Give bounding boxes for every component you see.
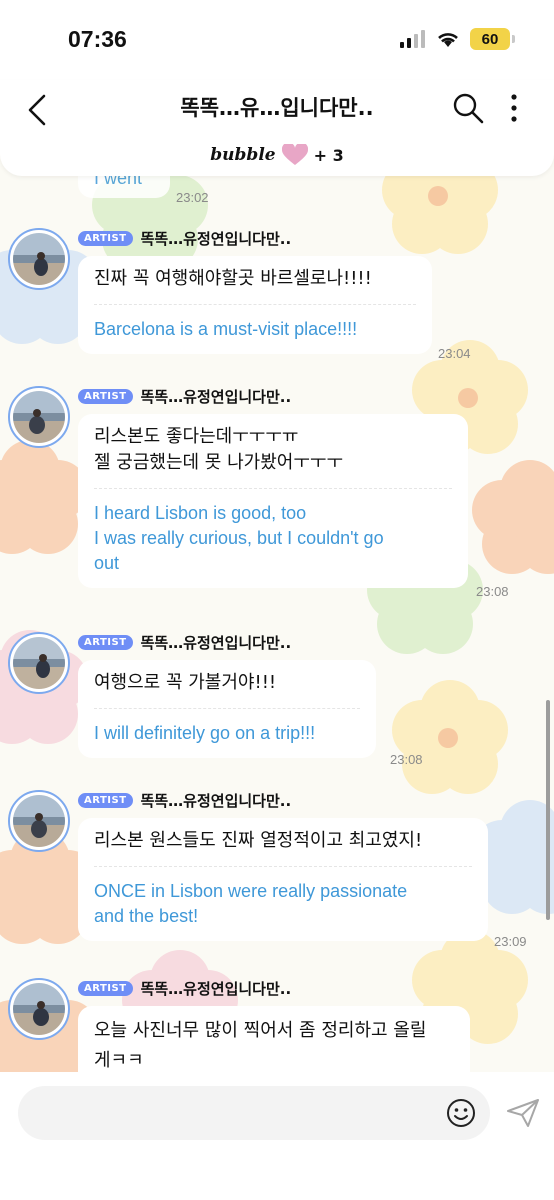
avatar-photo <box>13 637 65 689</box>
chat-header: 똑똑…유…입니다만.. bubble + 3 <box>0 80 554 176</box>
avatar-photo <box>13 233 65 285</box>
room-title: 똑똑…유…입니다만.. <box>180 96 374 120</box>
avatar[interactable] <box>8 228 70 290</box>
artist-badge: ARTIST <box>78 389 133 404</box>
bubble-subscription[interactable]: bubble + 3 <box>0 144 554 166</box>
artist-badge: ARTIST <box>78 635 133 650</box>
message-time: 23:04 <box>438 346 471 361</box>
sender-row: ARTIST 똑똑…유정연입니다만.. <box>78 790 291 811</box>
sender-name: 똑똑…유정연입니다만.. <box>140 980 292 998</box>
message-bubble[interactable]: 리스본 원스들도 진짜 열정적이고 최고였지! ONCE in Lisbon w… <box>78 818 488 941</box>
send-icon[interactable] <box>506 1098 540 1128</box>
chevron-left-icon[interactable] <box>24 92 54 128</box>
avatar-photo <box>13 795 65 847</box>
more-vertical-icon[interactable] <box>500 92 528 124</box>
avatar[interactable] <box>8 790 70 852</box>
wifi-icon <box>438 33 458 47</box>
sender-row: ARTIST 똑똑…유정연입니다만.. <box>78 386 291 407</box>
scrollbar-thumb[interactable] <box>546 700 550 920</box>
sender-name: 똑똑…유정연입니다만.. <box>140 792 292 810</box>
artist-badge: ARTIST <box>78 981 133 996</box>
status-time: 07:36 <box>68 26 127 52</box>
message-text: 리스본 원스들도 진짜 열정적이고 최고였지! <box>94 830 423 851</box>
sender-name: 똑똑…유정연입니다만.. <box>140 388 292 406</box>
sender-row: ARTIST 똑똑…유정연입니다만.. <box>78 228 291 249</box>
message-text: 여행으로 꼭 가볼거야!!! <box>94 672 277 693</box>
status-icons: 60 <box>400 28 515 50</box>
bubble-count: + 3 <box>313 145 344 165</box>
message-translation: ONCE in Lisbon were really passionate an… <box>94 881 408 926</box>
sender-row: ARTIST 똑똑…유정연입니다만.. <box>78 632 291 653</box>
message-time: 23:08 <box>476 584 509 599</box>
avatar-photo <box>13 391 65 443</box>
search-icon[interactable] <box>452 92 484 124</box>
heart-icon <box>281 144 308 165</box>
message-input[interactable] <box>18 1086 490 1140</box>
avatar[interactable] <box>8 386 70 448</box>
sender-row: ARTIST 똑똑…유정연입니다만.. <box>78 978 291 999</box>
bubble-logo: bubble <box>210 145 276 165</box>
avatar-photo <box>13 983 65 1035</box>
sender-name: 똑똑…유정연입니다만.. <box>140 634 292 652</box>
message-translation: Barcelona is a must-visit place!!!! <box>94 319 358 339</box>
sender-name: 똑똑…유정연입니다만.. <box>140 230 292 248</box>
artist-badge: ARTIST <box>78 793 133 808</box>
message-bubble[interactable]: 여행으로 꼭 가볼거야!!! I will definitely go on a… <box>78 660 376 758</box>
message-time: 23:09 <box>494 934 527 949</box>
signal-icon <box>400 30 425 48</box>
status-bar: 07:36 60 <box>0 0 554 80</box>
chat-list[interactable]: I went 23:02 ARTIST 똑똑…유정연입니다만.. 진짜 꼭 여행… <box>0 0 554 1200</box>
message-text: 리스본도 좋다는데ㅜㅜㅜㅠ 젤 궁금했는데 못 나가봤어ㅜㅜㅜ <box>94 426 344 473</box>
avatar[interactable] <box>8 632 70 694</box>
avatar[interactable] <box>8 978 70 1040</box>
battery-indicator: 60 <box>470 28 515 50</box>
message-time: 23:02 <box>176 190 209 205</box>
message-translation: I will definitely go on a trip!!! <box>94 723 316 743</box>
message-text: 진짜 꼭 여행해야할곳 바르셀로나!!!! <box>94 268 372 289</box>
artist-badge: ARTIST <box>78 231 133 246</box>
message-bubble[interactable]: 진짜 꼭 여행해야할곳 바르셀로나!!!! Barcelona is a mus… <box>78 256 432 354</box>
message-input-bar <box>0 1072 554 1200</box>
smiley-icon[interactable] <box>446 1098 476 1128</box>
message-translation: I heard Lisbon is good, too I was really… <box>94 503 384 573</box>
battery-level: 60 <box>481 30 499 48</box>
message-time: 23:08 <box>390 752 423 767</box>
message-bubble[interactable]: 리스본도 좋다는데ㅜㅜㅜㅠ 젤 궁금했는데 못 나가봤어ㅜㅜㅜ I heard … <box>78 414 468 588</box>
